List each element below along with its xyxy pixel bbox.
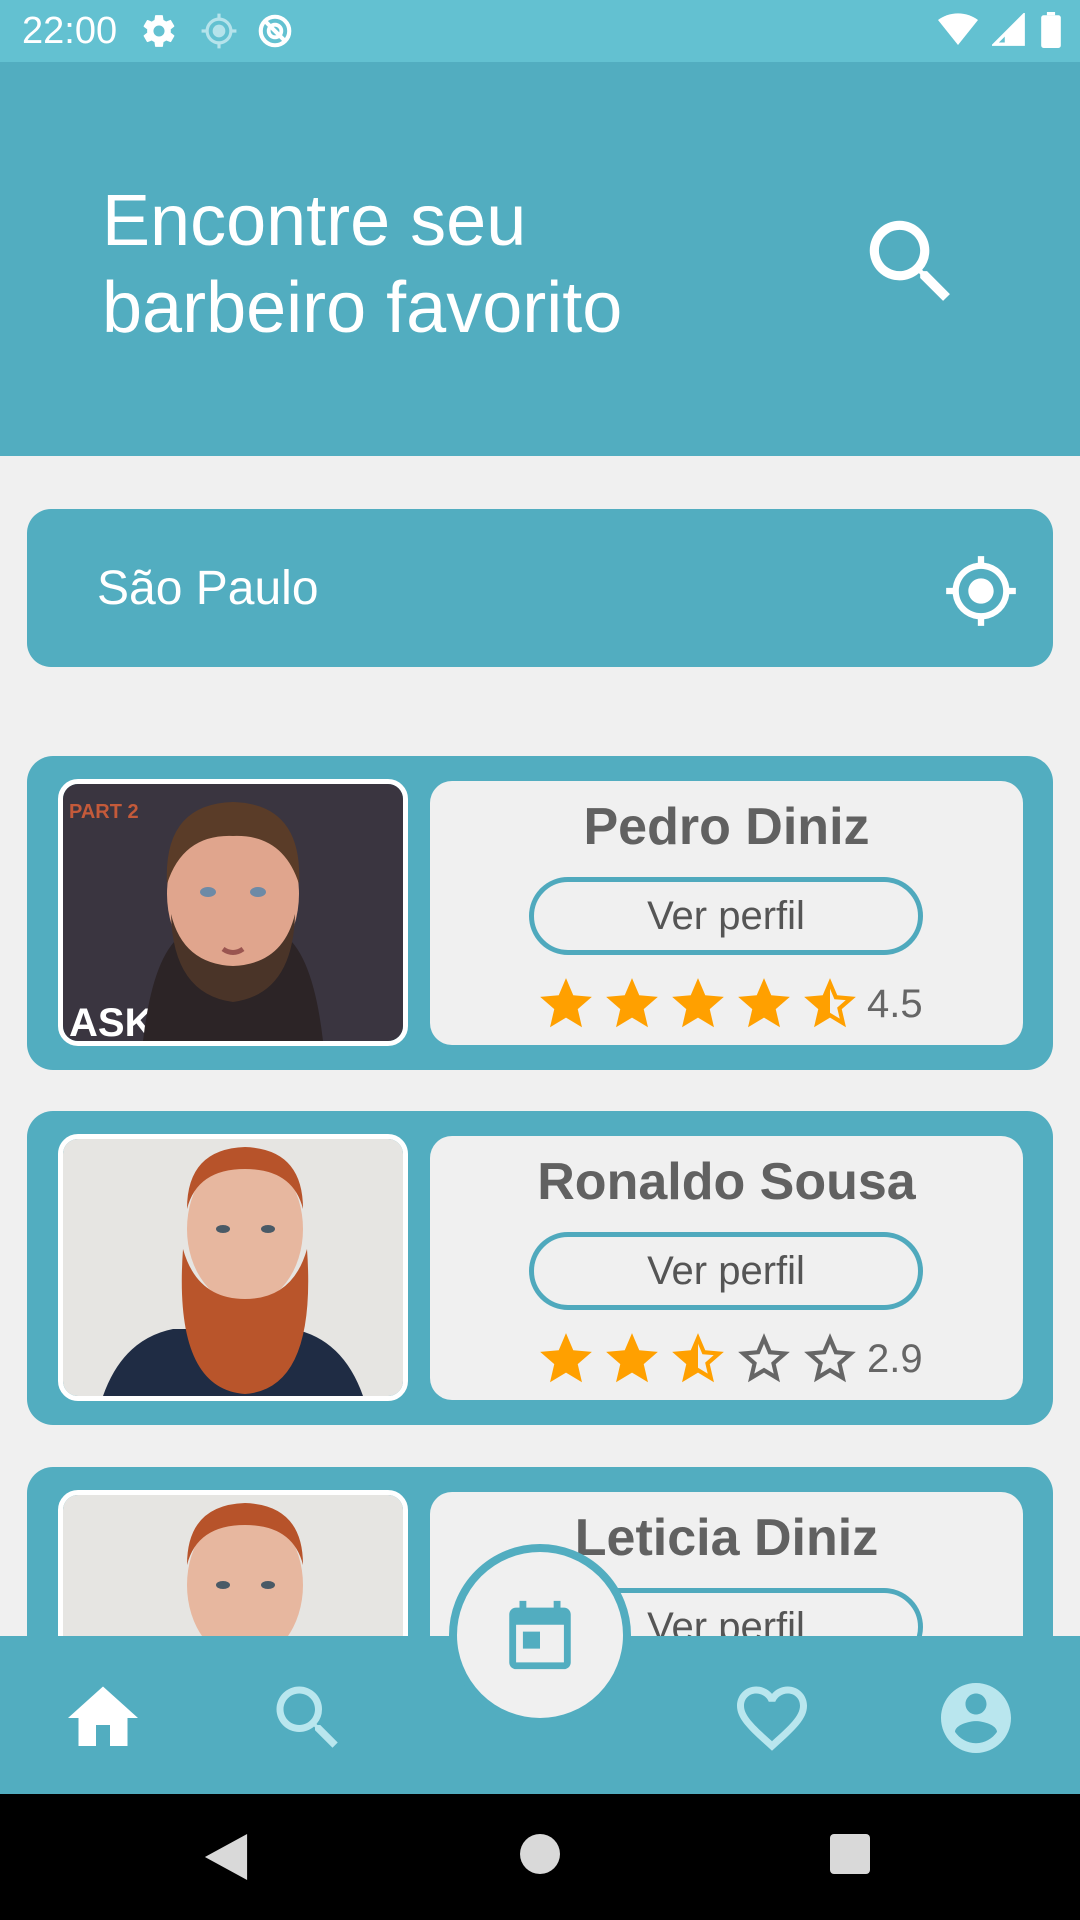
home-icon[interactable] [61,1676,145,1760]
rating-stars: 2.9 [535,1328,923,1390]
page-title-line1: Encontre seu [102,181,527,261]
barber-card[interactable]: PART 2 ASK Pedro Diniz Ver perfil 4.5 [27,756,1053,1070]
wifi-icon [938,13,978,46]
gps-target-icon[interactable] [943,553,1019,629]
heart-icon[interactable] [730,1676,814,1760]
status-time: 22:00 [22,10,118,52]
status-bar: 22:00 [0,0,1080,62]
star-full-icon [738,978,790,1028]
star-full-icon [672,978,724,1028]
settings-icon [143,15,175,47]
star-full-icon [606,1333,658,1383]
star-full-icon [606,978,658,1028]
rating-stars: 4.5 [535,973,923,1035]
signal-icon [992,13,1025,46]
home-nav-icon[interactable] [520,1834,560,1874]
view-profile-button[interactable]: Ver perfil [529,1232,923,1310]
view-profile-button[interactable]: Ver perfil [529,877,923,955]
rating-value: 4.5 [867,981,923,1026]
barber-name: Pedro Diniz [583,798,870,856]
header: Encontre seu barbeiro favorito [0,62,1080,456]
star-empty-icon [738,1333,790,1383]
calendar-icon [509,1600,571,1670]
sync-off-icon [258,14,292,48]
battery-icon [1041,12,1061,48]
location-selector[interactable]: São Paulo [27,509,1053,667]
calendar-button[interactable] [449,1544,631,1726]
back-icon[interactable] [204,1834,248,1880]
svg-text:PART 2: PART 2 [69,801,139,823]
barber-list[interactable]: PART 2 ASK Pedro Diniz Ver perfil 4.5 Ro… [0,756,1080,1636]
barber-photo [58,1134,408,1401]
star-full-icon [540,1333,592,1383]
star-half-icon [672,1333,724,1383]
barber-info: Ronaldo Sousa Ver perfil 2.9 [430,1136,1023,1400]
search-icon[interactable] [856,207,966,317]
svg-text:ASK: ASK [69,1001,154,1041]
recents-icon[interactable] [830,1834,870,1874]
star-full-icon [540,978,592,1028]
star-half-icon [804,978,856,1028]
location-city: São Paulo [97,562,319,615]
star-empty-icon [804,1333,856,1383]
barber-name: Ronaldo Sousa [537,1153,916,1211]
search-icon[interactable] [266,1676,350,1760]
page-title: Encontre seu barbeiro favorito [102,178,722,352]
location-icon [201,13,237,49]
rating-value: 2.9 [867,1336,923,1381]
system-navigation-bar [0,1794,1080,1920]
barber-info: Pedro Diniz Ver perfil 4.5 [430,781,1023,1045]
barber-photo [58,1490,408,1636]
barber-photo: PART 2 ASK [58,779,408,1046]
page-title-line2: barbeiro favorito [102,268,623,348]
barber-card[interactable]: Ronaldo Sousa Ver perfil 2.9 [27,1111,1053,1425]
account-icon[interactable] [934,1676,1018,1760]
